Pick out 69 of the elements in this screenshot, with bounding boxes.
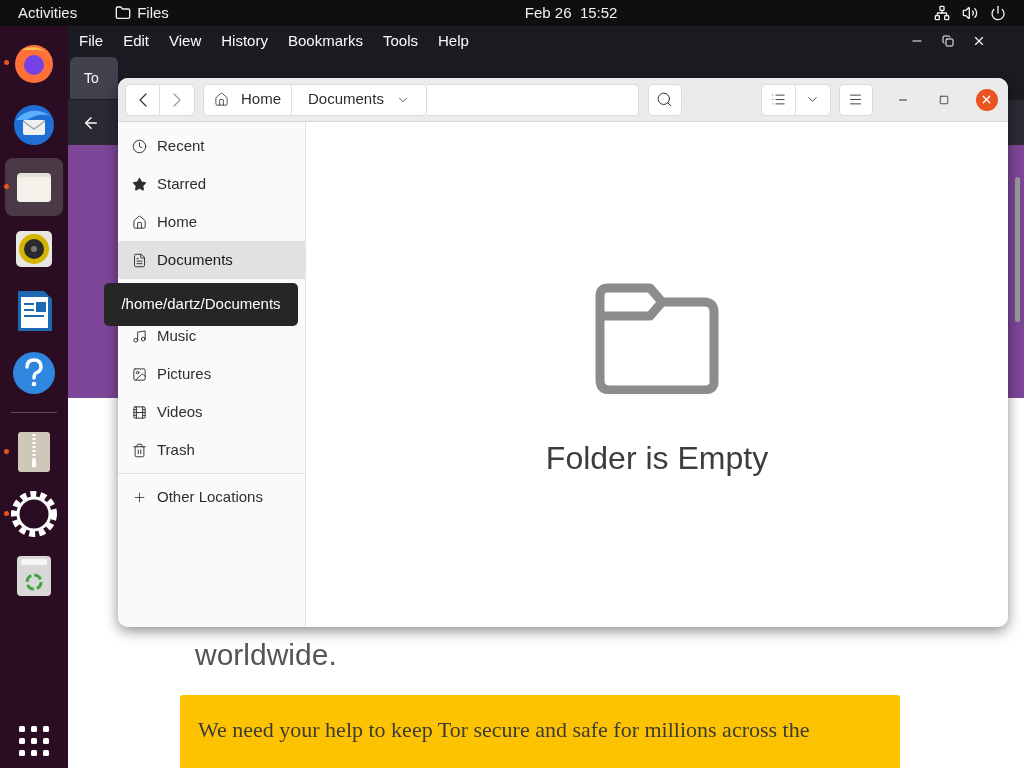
list-icon bbox=[770, 92, 786, 107]
star-icon bbox=[132, 176, 147, 192]
sidebar-label: Documents bbox=[157, 249, 233, 270]
path-label: Documents bbox=[308, 89, 384, 110]
maximize-icon[interactable] bbox=[938, 94, 949, 105]
sidebar-label: Recent bbox=[157, 135, 205, 156]
sidebar-label: Pictures bbox=[157, 363, 212, 384]
network-icon[interactable] bbox=[934, 5, 950, 21]
gear-icon bbox=[9, 489, 59, 539]
close-icon[interactable] bbox=[972, 34, 986, 48]
bird-envelope-icon bbox=[11, 102, 57, 148]
sidebar-item[interactable]: Recent bbox=[118, 127, 305, 165]
clock[interactable]: Feb 26 15:52 bbox=[524, 1, 618, 25]
sidebar-label: Starred bbox=[157, 173, 207, 194]
menu-item[interactable]: Bookmarks bbox=[287, 29, 363, 53]
sidebar-item[interactable]: Documents bbox=[118, 241, 305, 279]
menu-item[interactable]: File bbox=[79, 29, 104, 53]
restore-icon[interactable] bbox=[942, 35, 954, 47]
plus-icon bbox=[132, 489, 147, 505]
app-grid-icon[interactable] bbox=[19, 726, 49, 756]
folder-icon bbox=[115, 5, 132, 21]
browser-tab[interactable]: To bbox=[70, 57, 118, 99]
image-icon bbox=[132, 366, 147, 382]
clock-icon bbox=[132, 138, 147, 154]
menu-item[interactable]: Tools bbox=[383, 29, 418, 53]
sidebar-item[interactable]: Pictures bbox=[118, 355, 305, 393]
home-icon bbox=[132, 214, 147, 230]
donation-banner: We need your help to keep Tor secure and safe for millions across the bbox=[180, 695, 900, 768]
empty-message: Folder is Empty bbox=[545, 439, 769, 478]
sidebar-item[interactable]: Starred bbox=[118, 165, 305, 203]
menu-icon bbox=[848, 92, 864, 107]
close-button[interactable] bbox=[975, 88, 998, 111]
page-text: worldwide. bbox=[195, 637, 338, 673]
document-icon bbox=[132, 252, 147, 268]
scrollbar[interactable] bbox=[1015, 177, 1020, 322]
sidebar-item[interactable]: Home bbox=[118, 203, 305, 241]
search-button[interactable] bbox=[647, 83, 682, 116]
trash-icon bbox=[132, 442, 147, 458]
sidebar-item[interactable]: Other Locations bbox=[118, 478, 305, 516]
sidebar-label: Other Locations bbox=[157, 486, 263, 507]
dock-item[interactable] bbox=[5, 158, 63, 216]
search-icon bbox=[656, 91, 674, 108]
sidebar-label: Trash bbox=[157, 439, 195, 460]
sidebar-label: Home bbox=[157, 211, 197, 232]
sidebar-label: Videos bbox=[157, 401, 203, 422]
sidebar-item[interactable]: Trash bbox=[118, 431, 305, 469]
sidebar-label: Music bbox=[157, 325, 197, 346]
power-icon[interactable] bbox=[990, 5, 1006, 21]
menu-item[interactable]: Help bbox=[438, 29, 469, 53]
film-icon bbox=[132, 404, 147, 420]
tooltip: /home/dartz/Documents bbox=[104, 283, 298, 326]
sidebar-item[interactable]: Videos bbox=[118, 393, 305, 431]
path-segment[interactable]: Documents bbox=[291, 84, 426, 115]
home-icon bbox=[214, 92, 229, 107]
help-icon bbox=[11, 350, 57, 396]
back-icon bbox=[138, 92, 147, 107]
path-label: Home bbox=[241, 89, 281, 110]
forward-icon bbox=[173, 92, 181, 107]
music-note-icon bbox=[132, 328, 147, 344]
recycle-bin-icon bbox=[14, 554, 54, 598]
volume-icon[interactable] bbox=[962, 5, 978, 21]
menu-item[interactable]: Edit bbox=[123, 29, 150, 53]
path-segment[interactable]: Home bbox=[204, 84, 291, 115]
menu-item[interactable]: View bbox=[169, 29, 202, 53]
speaker-icon bbox=[14, 229, 54, 269]
app-menu[interactable]: Files bbox=[137, 1, 169, 25]
activities-button[interactable]: Activities bbox=[18, 1, 78, 25]
menu-item[interactable]: History bbox=[221, 29, 268, 53]
menu-button[interactable] bbox=[838, 83, 873, 116]
